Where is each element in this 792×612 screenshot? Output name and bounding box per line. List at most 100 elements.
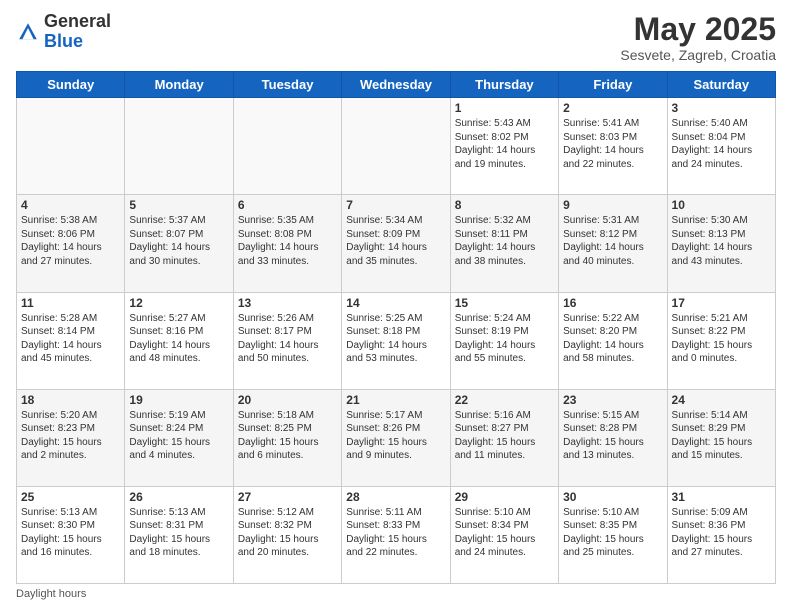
day-number: 24 [672,393,771,407]
location: Sesvete, Zagreb, Croatia [620,47,776,63]
day-number: 14 [346,296,445,310]
logo-blue-text: Blue [44,31,83,51]
day-header: Tuesday [233,72,341,98]
calendar-cell: 12 Sunrise: 5:27 AM Sunset: 8:16 PM Dayli… [125,292,233,389]
calendar-cell: 28Sunrise: 5:11 AM Sunset: 8:33 PM Dayli… [342,486,450,583]
day-info: Sunrise: 5:18 AM Sunset: 8:25 PM Dayligh… [238,409,337,463]
day-number: 21 [346,393,445,407]
calendar-cell: 23 Sunrise: 5:15 AM Sunset: 8:28 PM Dayli… [559,389,667,486]
day-info: Sunrise: 5:30 AM Sunset: 8:13 PM Dayligh… [672,214,771,268]
day-number: 17 [672,296,771,310]
day-number: 26 [129,490,228,504]
calendar-cell: 17 Sunrise: 5:21 AM Sunset: 8:22 PM Dayli… [667,292,775,389]
day-number: 15 [455,296,554,310]
calendar-cell: 25 Sunrise: 5:13 AM Sunset: 8:30 PM Dayli… [17,486,125,583]
calendar-cell: 2Sunrise: 5:41 AM Sunset: 8:03 PM Daylig… [559,98,667,195]
day-info: Sunrise: 5:25 AM Sunset: 8:18 PM Dayligh… [346,312,445,366]
calendar-cell: 11 Sunrise: 5:28 AM Sunset: 8:14 PM Dayli… [17,292,125,389]
calendar-cell: 29Sunrise: 5:10 AM Sunset: 8:34 PM Dayli… [450,486,558,583]
daylight-label: Daylight hours [16,588,86,600]
day-number: 6 [238,198,337,212]
day-info: Sunrise: 5:13 AM Sunset: 8:31 PM Dayligh… [129,506,228,560]
calendar-cell: 7Sunrise: 5:34 AM Sunset: 8:09 PM Daylig… [342,195,450,292]
calendar-cell: 4Sunrise: 5:38 AM Sunset: 8:06 PM Daylig… [17,195,125,292]
day-info: Sunrise: 5:13 AM Sunset: 8:30 PM Dayligh… [21,506,120,560]
day-number: 13 [238,296,337,310]
month-year: May 2025 [620,12,776,47]
day-number: 12 [129,296,228,310]
day-info: Sunrise: 5:09 AM Sunset: 8:36 PM Dayligh… [672,506,771,560]
day-info: Sunrise: 5:10 AM Sunset: 8:35 PM Dayligh… [563,506,662,560]
day-info: Sunrise: 5:28 AM Sunset: 8:14 PM Dayligh… [21,312,120,366]
calendar-cell: 14 Sunrise: 5:25 AM Sunset: 8:18 PM Dayli… [342,292,450,389]
day-header: Saturday [667,72,775,98]
calendar-cell: 30 Sunrise: 5:10 AM Sunset: 8:35 PM Dayli… [559,486,667,583]
day-header: Wednesday [342,72,450,98]
day-number: 19 [129,393,228,407]
logo: General Blue [16,12,111,52]
day-number: 18 [21,393,120,407]
day-number: 28 [346,490,445,504]
day-number: 10 [672,198,771,212]
day-number: 31 [672,490,771,504]
header: General Blue May 2025 Sesvete, Zagreb, C… [16,12,776,63]
logo-text: General Blue [44,12,111,52]
day-number: 5 [129,198,228,212]
calendar-cell: 18 Sunrise: 5:20 AM Sunset: 8:23 PM Dayli… [17,389,125,486]
day-number: 23 [563,393,662,407]
day-header: Friday [559,72,667,98]
calendar-cell: 1Sunrise: 5:43 AM Sunset: 8:02 PM Daylig… [450,98,558,195]
day-number: 22 [455,393,554,407]
day-number: 25 [21,490,120,504]
day-number: 11 [21,296,120,310]
calendar-cell [233,98,341,195]
day-info: Sunrise: 5:40 AM Sunset: 8:04 PM Dayligh… [672,117,771,171]
day-number: 30 [563,490,662,504]
day-info: Sunrise: 5:31 AM Sunset: 8:12 PM Dayligh… [563,214,662,268]
calendar-cell: 21 Sunrise: 5:17 AM Sunset: 8:26 PM Dayli… [342,389,450,486]
day-info: Sunrise: 5:24 AM Sunset: 8:19 PM Dayligh… [455,312,554,366]
calendar-cell: 26 Sunrise: 5:13 AM Sunset: 8:31 PM Dayli… [125,486,233,583]
calendar-cell: 9 Sunrise: 5:31 AM Sunset: 8:12 PM Daylig… [559,195,667,292]
calendar-cell: 27 Sunrise: 5:12 AM Sunset: 8:32 PM Dayli… [233,486,341,583]
day-number: 8 [455,198,554,212]
day-header: Monday [125,72,233,98]
day-info: Sunrise: 5:37 AM Sunset: 8:07 PM Dayligh… [129,214,228,268]
day-info: Sunrise: 5:16 AM Sunset: 8:27 PM Dayligh… [455,409,554,463]
calendar-cell: 8 Sunrise: 5:32 AM Sunset: 8:11 PM Daylig… [450,195,558,292]
day-info: Sunrise: 5:32 AM Sunset: 8:11 PM Dayligh… [455,214,554,268]
day-info: Sunrise: 5:21 AM Sunset: 8:22 PM Dayligh… [672,312,771,366]
day-number: 9 [563,198,662,212]
day-number: 27 [238,490,337,504]
calendar-cell: 6 Sunrise: 5:35 AM Sunset: 8:08 PM Daylig… [233,195,341,292]
calendar-cell: 10 Sunrise: 5:30 AM Sunset: 8:13 PM Dayli… [667,195,775,292]
calendar-cell: 31 Sunrise: 5:09 AM Sunset: 8:36 PM Dayli… [667,486,775,583]
day-number: 3 [672,101,771,115]
day-info: Sunrise: 5:41 AM Sunset: 8:03 PM Dayligh… [563,117,662,171]
day-info: Sunrise: 5:17 AM Sunset: 8:26 PM Dayligh… [346,409,445,463]
title-block: May 2025 Sesvete, Zagreb, Croatia [620,12,776,63]
day-info: Sunrise: 5:22 AM Sunset: 8:20 PM Dayligh… [563,312,662,366]
day-info: Sunrise: 5:12 AM Sunset: 8:32 PM Dayligh… [238,506,337,560]
day-info: Sunrise: 5:35 AM Sunset: 8:08 PM Dayligh… [238,214,337,268]
day-info: Sunrise: 5:19 AM Sunset: 8:24 PM Dayligh… [129,409,228,463]
calendar-cell: 22 Sunrise: 5:16 AM Sunset: 8:27 PM Dayli… [450,389,558,486]
day-header: Sunday [17,72,125,98]
day-number: 16 [563,296,662,310]
calendar-cell [342,98,450,195]
day-info: Sunrise: 5:15 AM Sunset: 8:28 PM Dayligh… [563,409,662,463]
page: General Blue May 2025 Sesvete, Zagreb, C… [0,0,792,612]
logo-icon [16,20,40,44]
day-number: 1 [455,101,554,115]
calendar-cell: 15 Sunrise: 5:24 AM Sunset: 8:19 PM Dayli… [450,292,558,389]
calendar-cell [125,98,233,195]
calendar-table: SundayMondayTuesdayWednesdayThursdayFrid… [16,71,776,584]
day-info: Sunrise: 5:38 AM Sunset: 8:06 PM Dayligh… [21,214,120,268]
day-info: Sunrise: 5:27 AM Sunset: 8:16 PM Dayligh… [129,312,228,366]
logo-general-text: General [44,11,111,31]
calendar-cell: 13 Sunrise: 5:26 AM Sunset: 8:17 PM Dayli… [233,292,341,389]
day-header: Thursday [450,72,558,98]
day-info: Sunrise: 5:20 AM Sunset: 8:23 PM Dayligh… [21,409,120,463]
calendar-cell [17,98,125,195]
day-info: Sunrise: 5:26 AM Sunset: 8:17 PM Dayligh… [238,312,337,366]
